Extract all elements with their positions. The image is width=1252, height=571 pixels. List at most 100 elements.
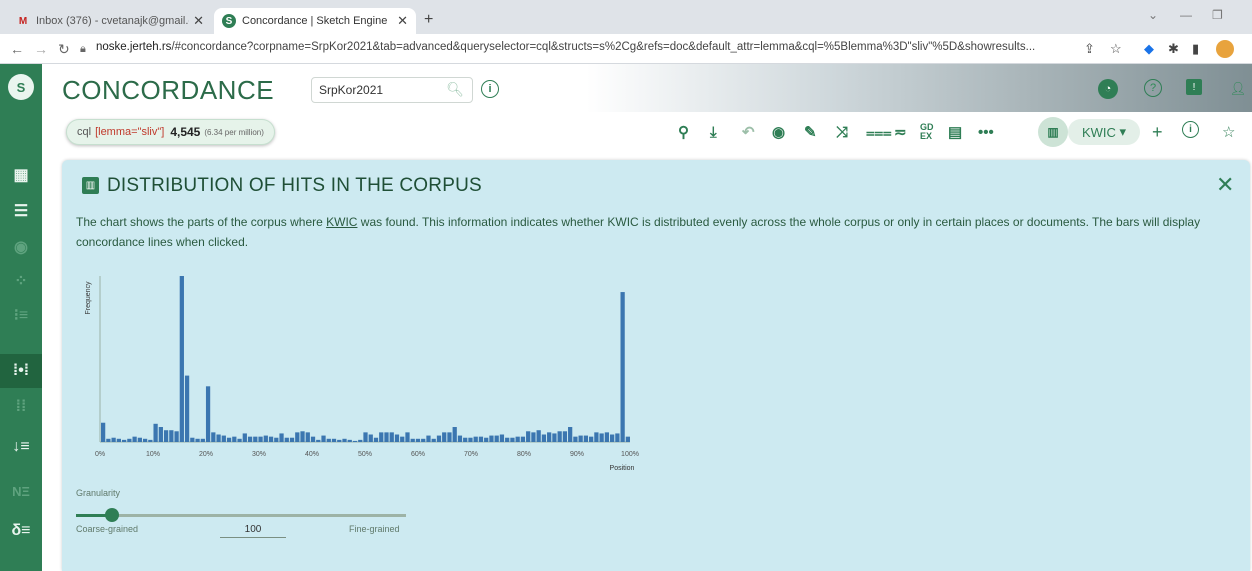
chart-bar[interactable] [625, 436, 630, 442]
chart-bar[interactable] [615, 433, 620, 442]
chart-bar[interactable] [468, 437, 473, 442]
parallel-concordance-icon[interactable]: ⁞⁞ [0, 390, 42, 424]
chart-bar[interactable] [421, 438, 426, 442]
chart-bar[interactable] [473, 436, 478, 442]
chart-bar[interactable] [478, 436, 484, 442]
chart-bar[interactable] [163, 430, 169, 442]
chart-bar[interactable] [452, 427, 457, 442]
favourite-star-icon[interactable]: ☆ [1222, 121, 1235, 143]
chart-bar[interactable] [415, 438, 421, 442]
chart-bar[interactable] [562, 431, 568, 442]
chart-bar[interactable] [358, 439, 363, 442]
chart-bar[interactable] [573, 436, 578, 442]
chart-bar[interactable] [326, 438, 331, 442]
chart-bar[interactable] [463, 437, 468, 442]
chart-bar[interactable] [505, 437, 510, 442]
chart-bar[interactable] [431, 438, 436, 442]
chart-bar[interactable] [352, 440, 358, 442]
corpus-info-icon[interactable]: i [481, 80, 499, 98]
forward-icon[interactable]: → [34, 41, 48, 57]
chart-bar[interactable] [526, 431, 531, 442]
filter-icon[interactable]: ≂ [894, 121, 907, 143]
chart-bar[interactable] [253, 436, 258, 442]
chart-bar[interactable] [620, 292, 625, 442]
chart-bar[interactable] [426, 435, 431, 442]
chart-bar[interactable] [101, 422, 106, 442]
chart-bar[interactable] [442, 432, 447, 442]
url-field[interactable]: noske.jerteh.rs/#concordance?corpname=Sr… [96, 41, 1076, 53]
view-selector[interactable]: KWIC ▾ [1068, 119, 1140, 145]
chart-bar[interactable] [400, 436, 405, 442]
chart-bar[interactable] [368, 434, 373, 443]
chart-bar[interactable] [494, 435, 499, 442]
chart-bar[interactable] [484, 437, 489, 442]
chart-bar[interactable] [321, 435, 326, 442]
chart-bar[interactable] [148, 439, 153, 442]
granularity-slider-track[interactable] [76, 514, 406, 517]
chart-bar[interactable] [305, 432, 310, 442]
chart-bar[interactable] [142, 438, 148, 442]
search-icon[interactable]: ⚲ [678, 121, 689, 143]
chart-bar[interactable] [279, 433, 284, 442]
add-icon[interactable]: + [1152, 121, 1163, 143]
note-icon[interactable]: ▤ [948, 121, 962, 143]
chart-bar[interactable] [457, 435, 463, 442]
chart-bar[interactable] [594, 432, 599, 442]
chart-bar[interactable] [394, 434, 400, 443]
keywords-icon[interactable]: ↓≡ [0, 430, 42, 464]
download-icon[interactable]: ⤓ [710, 121, 717, 143]
chart-bar[interactable] [184, 375, 190, 442]
chart-bar[interactable] [583, 435, 589, 442]
chart-bar[interactable] [568, 427, 573, 442]
sidepanel-icon[interactable]: ▮ [1192, 41, 1199, 57]
chart-bar[interactable] [263, 435, 268, 442]
chart-bar[interactable] [363, 432, 368, 442]
reload-icon[interactable]: ↻ [58, 41, 70, 58]
chart-bar[interactable] [237, 438, 242, 442]
chart-bar[interactable] [552, 433, 557, 442]
chart-bar[interactable] [116, 438, 121, 442]
chart-bar[interactable] [121, 439, 127, 442]
chart-bar[interactable] [331, 438, 337, 442]
corpus-info-icon[interactable]: ☰ [0, 194, 42, 228]
chart-bar[interactable] [405, 432, 410, 442]
chart-bar[interactable] [610, 434, 615, 443]
trends-icon[interactable]: δ≡ [0, 514, 42, 548]
chart-bar[interactable] [127, 438, 132, 442]
new-tab-icon[interactable]: + [424, 11, 433, 29]
chart-bar[interactable] [158, 427, 163, 442]
chart-bar[interactable] [342, 438, 347, 442]
more-icon[interactable]: ••• [978, 121, 994, 143]
chart-bar[interactable] [242, 433, 247, 442]
browser-tab-gmail[interactable]: M Inbox (376) - cvetanajk@gmail.c ✕ [8, 8, 212, 34]
sketch-engine-logo[interactable]: S [8, 74, 34, 100]
profile-avatar[interactable] [1216, 40, 1234, 58]
chart-bar[interactable] [153, 423, 158, 442]
chart-bar[interactable] [384, 432, 389, 442]
chart-bar[interactable] [389, 432, 394, 442]
target-icon[interactable]: ◉ [0, 230, 42, 264]
chart-bar[interactable] [499, 434, 505, 443]
chart-bar[interactable] [515, 436, 520, 442]
kwic-link[interactable]: KWIC [326, 215, 357, 229]
chart-bar[interactable] [410, 438, 415, 442]
shuffle-icon[interactable]: ⤨ [836, 121, 848, 143]
chart-bar[interactable] [111, 437, 116, 442]
chart-bar[interactable] [300, 431, 305, 442]
wordlist-icon[interactable]: ⁝≡ [0, 298, 42, 332]
chart-bar[interactable] [379, 432, 384, 442]
chart-bar[interactable] [599, 433, 604, 442]
chart-bar[interactable] [137, 437, 142, 442]
chart-bar[interactable] [211, 432, 216, 442]
chart-bar[interactable] [195, 438, 200, 442]
gdex-icon[interactable]: GD EX [920, 121, 934, 143]
lock-icon[interactable]: 🔒︎ [80, 43, 86, 56]
undo-icon[interactable]: ↶ [742, 121, 755, 143]
chart-bar[interactable] [205, 386, 211, 442]
thesaurus-icon[interactable]: ⁘ [0, 264, 42, 298]
chart-bar[interactable] [289, 437, 295, 442]
sort-icon[interactable]: ⩶ [866, 121, 892, 143]
bookmark-star-icon[interactable]: ☆ [1110, 41, 1122, 57]
chart-icon[interactable]: ▥ [1038, 117, 1068, 147]
chart-bar[interactable] [316, 439, 321, 442]
